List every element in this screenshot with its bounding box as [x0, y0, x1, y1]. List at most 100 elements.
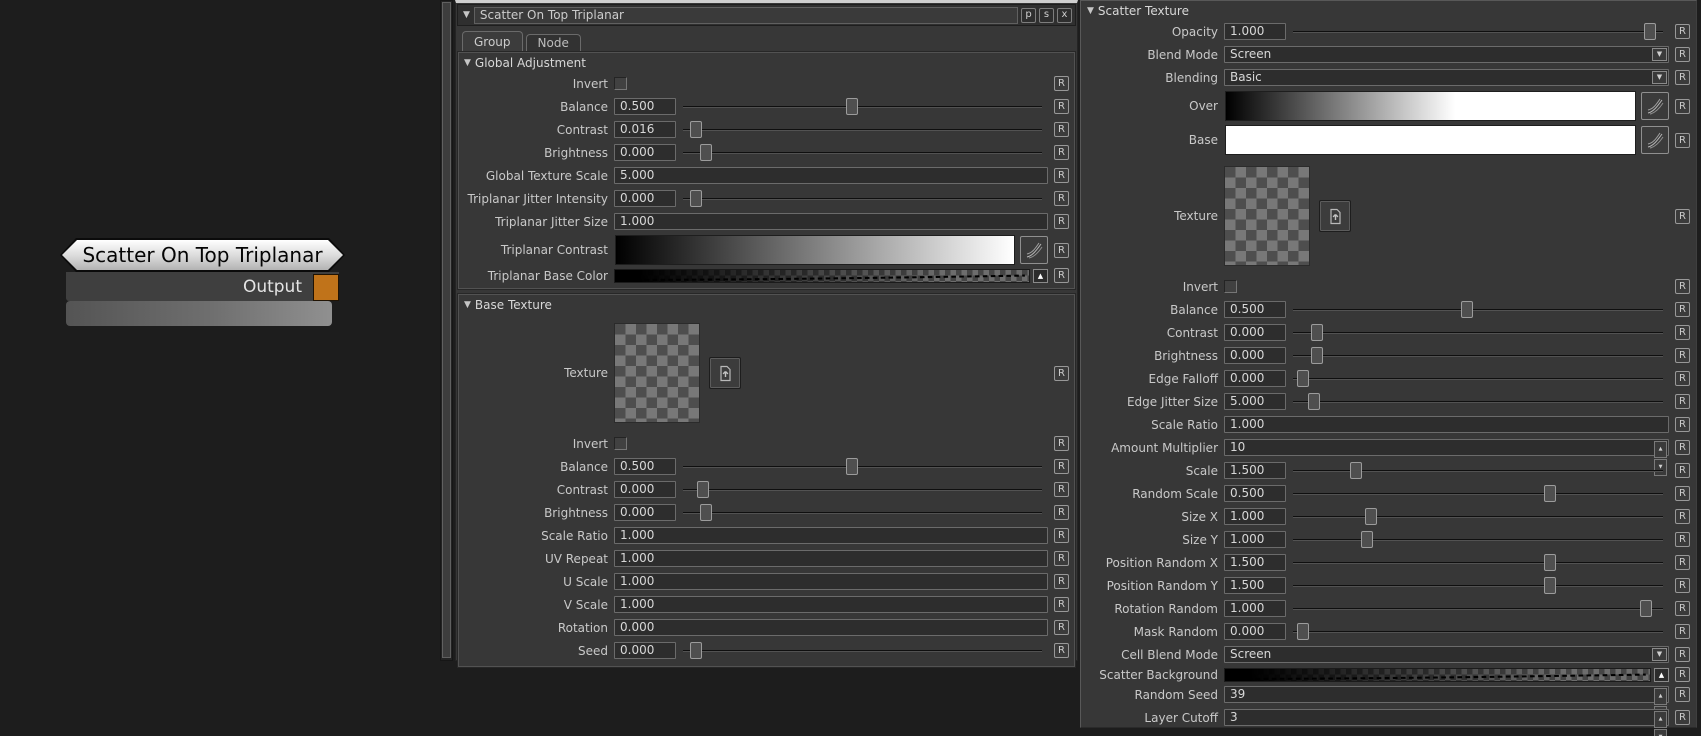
slider-handle[interactable] — [1544, 577, 1556, 594]
position-random-x-slider[interactable] — [1293, 554, 1663, 571]
brightness-value-input[interactable]: 0.000 — [614, 144, 676, 161]
reset-button[interactable]: R — [1675, 325, 1690, 340]
scatter-background-gradient-bar[interactable] — [1224, 668, 1651, 682]
scale-value-input[interactable]: 1.500 — [1224, 462, 1286, 479]
position-random-y-value-input[interactable]: 1.500 — [1224, 577, 1286, 594]
balance-slider[interactable] — [1293, 301, 1663, 318]
reset-button[interactable]: R — [1054, 505, 1069, 520]
reset-button[interactable]: R — [1054, 268, 1069, 283]
reset-button[interactable]: R — [1054, 243, 1069, 258]
edge-jitter-size-value-input[interactable]: 5.000 — [1224, 393, 1286, 410]
brightness-value-input[interactable]: 0.000 — [614, 504, 676, 521]
curve-editor-button[interactable] — [1020, 236, 1048, 264]
reset-button[interactable]: R — [1675, 371, 1690, 386]
reset-button[interactable]: R — [1675, 209, 1690, 224]
contrast-value-input[interactable]: 0.016 — [614, 121, 676, 138]
slider-handle[interactable] — [1311, 324, 1323, 341]
slider-handle[interactable] — [1544, 485, 1556, 502]
reset-button[interactable]: R — [1675, 624, 1690, 639]
reset-button[interactable]: R — [1054, 574, 1069, 589]
reset-button[interactable]: R — [1675, 601, 1690, 616]
graph-node-scatter-on-top-triplanar[interactable]: Scatter On Top Triplanar Output — [60, 238, 345, 326]
slider-handle[interactable] — [1297, 623, 1309, 640]
spinner-up-button[interactable]: ▲ — [1654, 441, 1667, 458]
collapse-arrow-icon[interactable]: ▼ — [464, 300, 471, 310]
slider-handle[interactable] — [1544, 554, 1556, 571]
scale-ratio-value-input[interactable]: 1.000 — [614, 527, 1048, 544]
tab-group[interactable]: Group — [462, 31, 523, 51]
reset-button[interactable]: R — [1675, 555, 1690, 570]
curve-editor-button[interactable] — [1641, 92, 1669, 120]
brightness-slider[interactable] — [683, 144, 1042, 161]
position-random-y-slider[interactable] — [1293, 577, 1663, 594]
reset-button[interactable]: R — [1675, 279, 1690, 294]
seed-value-input[interactable]: 0.000 — [614, 642, 676, 659]
spinner-down-button[interactable]: ▼ — [1654, 729, 1667, 736]
mask-random-value-input[interactable]: 0.000 — [1224, 623, 1286, 640]
reset-button[interactable]: R — [1054, 643, 1069, 658]
random-scale-slider[interactable] — [1293, 485, 1663, 502]
reset-button[interactable]: R — [1675, 394, 1690, 409]
rotation-random-value-input[interactable]: 1.000 — [1224, 600, 1286, 617]
texture-preview[interactable] — [1224, 166, 1310, 266]
collapse-arrow-icon[interactable]: ▼ — [1087, 6, 1094, 16]
size-x-slider[interactable] — [1293, 508, 1663, 525]
spinner-up-button[interactable]: ▲ — [1654, 711, 1667, 728]
reset-button[interactable]: R — [1675, 687, 1690, 702]
reset-button[interactable]: R — [1054, 145, 1069, 160]
slider-handle[interactable] — [697, 481, 709, 498]
panel-button-p[interactable]: p — [1021, 8, 1036, 23]
edge-falloff-value-input[interactable]: 0.000 — [1224, 370, 1286, 387]
slider-handle[interactable] — [1461, 301, 1473, 318]
triplanar-jitter-intensity-slider[interactable] — [683, 190, 1042, 207]
invert-checkbox[interactable] — [614, 77, 627, 90]
brightness-slider[interactable] — [1293, 347, 1663, 364]
reset-button[interactable]: R — [1054, 122, 1069, 137]
size-x-value-input[interactable]: 1.000 — [1224, 508, 1286, 525]
reset-button[interactable]: R — [1054, 76, 1069, 91]
blend-mode-dropdown[interactable]: Screen▼ — [1224, 46, 1669, 63]
reset-button[interactable]: R — [1675, 348, 1690, 363]
contrast-value-input[interactable]: 0.000 — [614, 481, 676, 498]
reset-button[interactable]: R — [1054, 99, 1069, 114]
contrast-value-input[interactable]: 0.000 — [1224, 324, 1286, 341]
reset-button[interactable]: R — [1054, 191, 1069, 206]
contrast-slider[interactable] — [683, 121, 1042, 138]
random-seed-spinner-input[interactable]: 39▲▼ — [1224, 686, 1669, 703]
reset-button[interactable]: R — [1054, 459, 1069, 474]
reset-button[interactable]: R — [1675, 486, 1690, 501]
color-ramp-button[interactable]: ▲ — [1654, 668, 1669, 682]
section-header-global-adjustment[interactable]: ▼Global Adjustment — [462, 53, 1071, 72]
scrollbar-thumb[interactable] — [442, 2, 451, 658]
reset-button[interactable]: R — [1675, 440, 1690, 455]
reset-button[interactable]: R — [1675, 302, 1690, 317]
reset-button[interactable]: R — [1054, 597, 1069, 612]
slider-handle[interactable] — [1297, 370, 1309, 387]
chevron-down-icon[interactable]: ▼ — [1652, 48, 1667, 61]
triplanar-jitter-size-value-input[interactable]: 1.000 — [614, 213, 1048, 230]
position-random-x-value-input[interactable]: 1.500 — [1224, 554, 1286, 571]
balance-value-input[interactable]: 0.500 — [614, 98, 676, 115]
reset-button[interactable]: R — [1054, 620, 1069, 635]
panel-button-s[interactable]: s — [1039, 8, 1054, 23]
reset-button[interactable]: R — [1675, 667, 1690, 682]
seed-slider[interactable] — [683, 642, 1042, 659]
rotation-random-slider[interactable] — [1293, 600, 1663, 617]
reset-button[interactable]: R — [1675, 532, 1690, 547]
curve-editor-button[interactable] — [1641, 126, 1669, 154]
reset-button[interactable]: R — [1675, 710, 1690, 725]
reset-button[interactable]: R — [1675, 509, 1690, 524]
balance-slider[interactable] — [683, 458, 1042, 475]
import-texture-button[interactable] — [1319, 200, 1351, 232]
slider-handle[interactable] — [700, 144, 712, 161]
reset-button[interactable]: R — [1675, 578, 1690, 593]
reset-button[interactable]: R — [1675, 47, 1690, 62]
edge-jitter-size-slider[interactable] — [1293, 393, 1663, 410]
slider-handle[interactable] — [690, 642, 702, 659]
collapse-arrow-icon[interactable]: ▼ — [463, 10, 470, 20]
uv-repeat-value-input[interactable]: 1.000 — [614, 550, 1048, 567]
slider-handle[interactable] — [846, 458, 858, 475]
reset-button[interactable]: R — [1675, 417, 1690, 432]
vertical-scrollbar[interactable] — [440, 0, 453, 661]
node-output-port[interactable] — [313, 274, 339, 301]
